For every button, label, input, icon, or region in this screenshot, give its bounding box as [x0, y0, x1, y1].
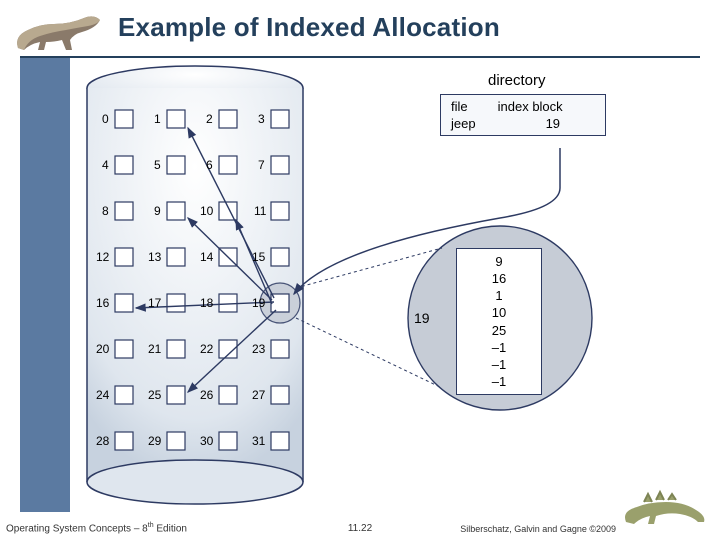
- dino-left-icon: [10, 6, 110, 56]
- block-label: 20: [96, 342, 109, 356]
- index-entry: 16: [457, 270, 541, 287]
- block-label: 31: [252, 434, 265, 448]
- block-label: 10: [200, 204, 213, 218]
- footer-page-number: 11.22: [348, 523, 372, 534]
- block-label: 12: [96, 250, 109, 264]
- block-label: 4: [102, 158, 109, 172]
- block-label: 28: [96, 434, 109, 448]
- block-label: 19: [252, 296, 265, 310]
- directory-label: directory: [488, 72, 546, 89]
- diagram-stage: 0 1 2 3 4 5 6 7 8 9 10 11 12 13 14 15 16…: [70, 58, 700, 512]
- block-label: 2: [206, 112, 213, 126]
- block-label: 22: [200, 342, 213, 356]
- block-label: 0: [102, 112, 109, 126]
- slide-title: Example of Indexed Allocation: [118, 12, 500, 43]
- block-label: 18: [200, 296, 213, 310]
- slide-footer: Operating System Concepts – 8th Edition …: [0, 516, 720, 536]
- block-label: 15: [252, 250, 265, 264]
- slide-sidebar: [20, 58, 70, 512]
- block-label: 17: [148, 296, 161, 310]
- block-label: 23: [252, 342, 265, 356]
- block-label: 25: [148, 388, 161, 402]
- block-label: 29: [148, 434, 161, 448]
- block-label: 27: [252, 388, 265, 402]
- index-block-contents: 9 16 1 10 25 –1 –1 –1: [456, 248, 542, 395]
- block-label: 1: [154, 112, 161, 126]
- index-entry: 9: [457, 253, 541, 270]
- footer-left: Operating System Concepts – 8th Edition: [6, 522, 187, 534]
- index-entry: 1: [457, 287, 541, 304]
- index-entry: 25: [457, 322, 541, 339]
- block-label: 5: [154, 158, 161, 172]
- block-label: 30: [200, 434, 213, 448]
- footer-copyright: Silberschatz, Galvin and Gagne ©2009: [460, 524, 616, 534]
- block-label: 13: [148, 250, 161, 264]
- block-label: 3: [258, 112, 265, 126]
- footer-left-b: Edition: [154, 523, 187, 534]
- index-entry: 10: [457, 304, 541, 321]
- block-label: 14: [200, 250, 213, 264]
- directory-header-index: index block: [498, 99, 563, 114]
- index-block-number: 19: [414, 310, 430, 326]
- block-label: 9: [154, 204, 161, 218]
- block-label: 26: [200, 388, 213, 402]
- directory-file-name: jeep: [451, 116, 476, 131]
- block-label: 24: [96, 388, 109, 402]
- index-entry: –1: [457, 356, 541, 373]
- index-entry: –1: [457, 373, 541, 390]
- directory-box: file index block jeep 19: [440, 94, 606, 136]
- block-label: 7: [258, 158, 265, 172]
- block-label: 16: [96, 296, 109, 310]
- index-entry: –1: [457, 339, 541, 356]
- block-label: 8: [102, 204, 109, 218]
- footer-left-a: Operating System Concepts – 8: [6, 523, 148, 534]
- directory-index-value: 19: [546, 116, 560, 131]
- block-label: 21: [148, 342, 161, 356]
- block-label: 6: [206, 158, 213, 172]
- directory-header-file: file: [451, 99, 468, 114]
- block-label: 11: [254, 204, 266, 218]
